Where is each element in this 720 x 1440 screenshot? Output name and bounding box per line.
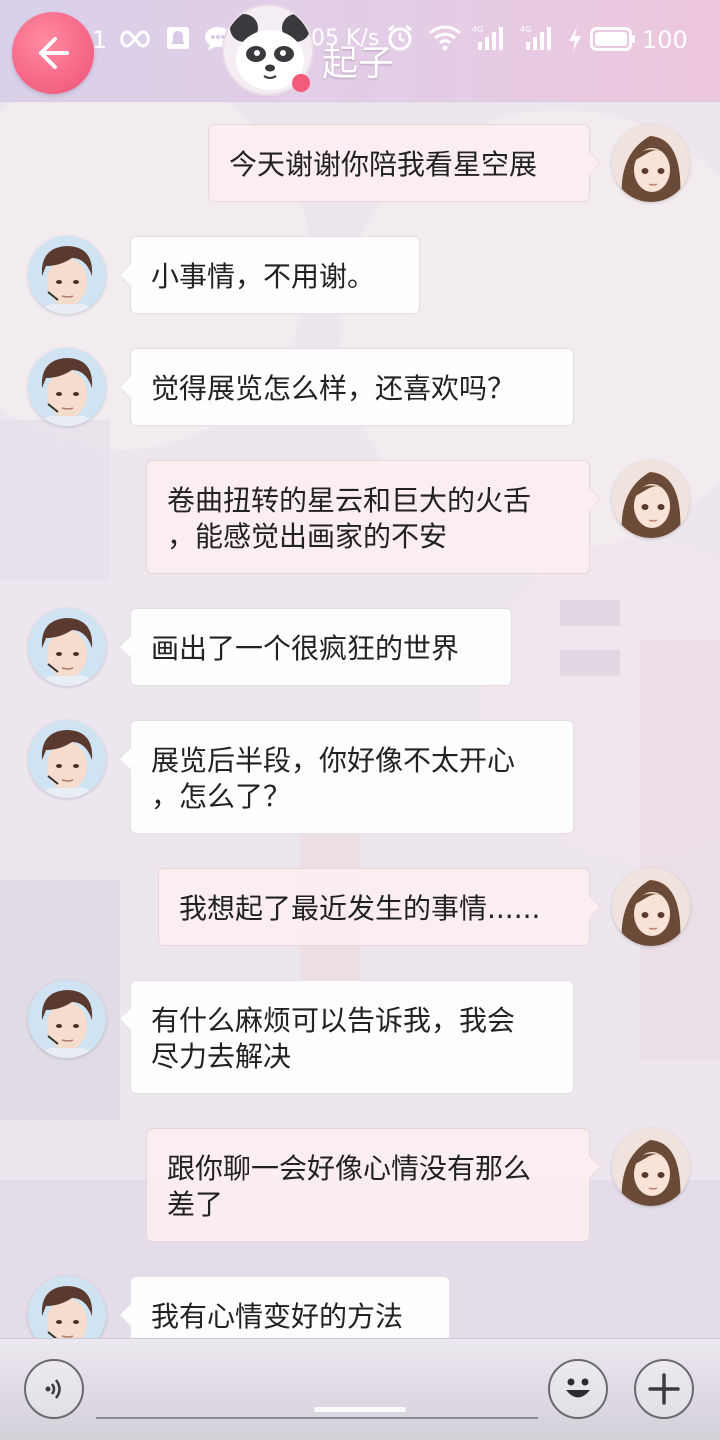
message-text: ，怎么了？ xyxy=(151,780,292,813)
user-avatar[interactable] xyxy=(612,460,690,538)
emoji-icon xyxy=(566,1378,590,1398)
status-battery-level: 100 xyxy=(642,26,688,54)
bubble-tail xyxy=(589,487,601,511)
message-text: 小事情，不用谢。 xyxy=(151,260,376,293)
bubble-tail xyxy=(119,263,131,287)
bubble-tail xyxy=(589,895,601,919)
chat-title: 起子 xyxy=(322,43,395,84)
bubble-tail xyxy=(119,635,131,659)
message-input[interactable] xyxy=(96,1417,538,1419)
message-text: 画出了一个很疯狂的世界 xyxy=(151,632,460,665)
message-bubble[interactable]: 今天谢谢你陪我看星空展 xyxy=(208,124,601,202)
message-text: 差了 xyxy=(167,1188,224,1221)
infinity-icon xyxy=(120,30,150,48)
user-avatar[interactable] xyxy=(612,1128,690,1206)
signal-4g-icon: 4G xyxy=(472,25,503,50)
user-avatar[interactable] xyxy=(612,124,690,202)
svg-text:4G: 4G xyxy=(520,25,531,34)
message-text: 觉得展览怎么样，还喜欢吗？ xyxy=(151,372,516,405)
svg-text:4G: 4G xyxy=(472,25,483,34)
message-text: 跟你聊一会好像心情没有那么 xyxy=(167,1152,532,1185)
message-bubble[interactable]: 卷曲扭转的星云和巨大的火舌 ，能感觉出画家的不安 xyxy=(146,460,601,574)
contact-avatar[interactable] xyxy=(28,608,106,686)
wifi-icon xyxy=(429,25,461,51)
message-text: 有什么麻烦可以告诉我，我会 xyxy=(151,1004,516,1037)
message-text: 展览后半段，你好像不太开心 xyxy=(151,744,516,777)
plus-button[interactable] xyxy=(634,1359,694,1419)
message-bubble[interactable]: 展览后半段，你好像不太开心 ，怎么了？ xyxy=(119,720,574,834)
contact-avatar[interactable] xyxy=(28,236,106,314)
plus-icon xyxy=(648,1373,680,1405)
message-bubble[interactable]: 画出了一个很疯狂的世界 xyxy=(119,608,512,686)
message-text: 今天谢谢你陪我看星空展 xyxy=(229,148,538,181)
emoji-button[interactable] xyxy=(548,1359,608,1419)
message-bubble[interactable]: 觉得展览怎么样，还喜欢吗？ xyxy=(119,348,574,426)
unread-dot xyxy=(292,74,310,92)
message-text: 卷曲扭转的星云和巨大的火舌 xyxy=(167,484,532,517)
bubble-tail xyxy=(119,1007,131,1031)
notification-bell-icon xyxy=(167,27,189,49)
bubble-tail xyxy=(119,747,131,771)
bubble-tail xyxy=(119,1303,131,1327)
contact-avatar[interactable] xyxy=(28,348,106,426)
home-indicator xyxy=(314,1407,406,1412)
voice-icon xyxy=(45,1379,61,1399)
charging-icon xyxy=(569,27,581,51)
user-avatar[interactable] xyxy=(612,868,690,946)
message-bubble[interactable]: 有什么麻烦可以告诉我，我会 尽力去解决 xyxy=(119,980,574,1094)
message-text: 我有心情变好的方法 xyxy=(151,1300,404,1333)
bubble-tail xyxy=(119,375,131,399)
message-text: ，能感觉出画家的不安 xyxy=(167,520,448,553)
battery-icon xyxy=(590,27,635,51)
bubble-tail xyxy=(589,1155,601,1179)
message-text: 尽力去解决 xyxy=(151,1040,292,1073)
arrow-left-icon xyxy=(39,37,69,69)
bubble-tail xyxy=(589,151,601,175)
signal-4g-icon-2: 4G xyxy=(520,25,551,50)
message-text: 我想起了最近发生的事情...... xyxy=(179,892,541,925)
input-bar xyxy=(0,1338,720,1440)
contact-avatar[interactable] xyxy=(28,980,106,1058)
message-bubble[interactable]: 小事情，不用谢。 xyxy=(119,236,420,314)
message-bubble[interactable]: 跟你聊一会好像心情没有那么 差了 xyxy=(146,1128,601,1242)
voice-button[interactable] xyxy=(24,1359,84,1419)
back-button[interactable] xyxy=(12,12,94,94)
contact-avatar[interactable] xyxy=(28,720,106,798)
message-bubble[interactable]: 我想起了最近发生的事情...... xyxy=(158,868,601,946)
